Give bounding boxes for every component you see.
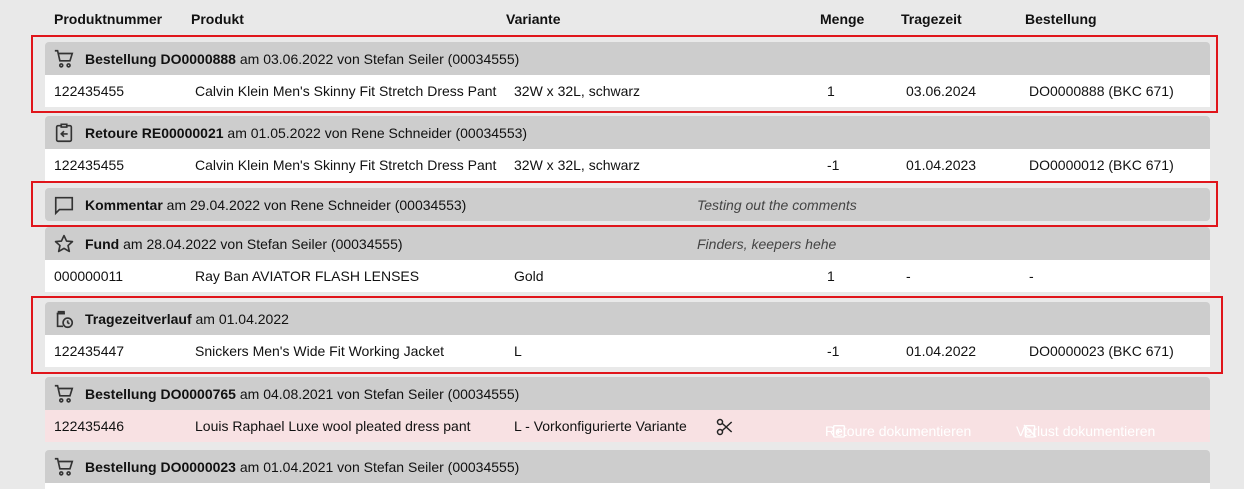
entry-title: Bestellung DO0000765 am 04.08.2021 von S… xyxy=(85,386,520,402)
cell-bestellung: DO0000023 (BKC 671) xyxy=(1029,343,1174,359)
cell-menge: 1 xyxy=(827,83,835,99)
entry-note: Finders, keepers hehe xyxy=(697,236,837,252)
col-menge: Menge xyxy=(820,11,865,27)
cell-tragezeit: 01.04.2022 xyxy=(906,343,977,359)
cell-nummer: 000000011 xyxy=(54,268,124,284)
col-variante: Variante xyxy=(506,11,561,27)
cell-produkt: Calvin Klein Men's Skinny Fit Stretch Dr… xyxy=(195,157,497,173)
cell-nummer: 122435455 xyxy=(54,83,125,99)
col-produkt: Produkt xyxy=(191,11,244,27)
cell-variante: 32W x 32L, schwarz xyxy=(514,157,641,173)
col-produktnummer: Produktnummer xyxy=(54,11,163,27)
cell-variante: L xyxy=(514,343,522,359)
cell-variante: L - Vorkonfigurierte Variante xyxy=(514,418,687,434)
entry-header[interactable]: Tragezeitverlauf am 01.04.2022 xyxy=(45,302,1210,335)
comment-icon xyxy=(53,194,75,216)
cell-bestellung: DO0000888 (BKC 671) xyxy=(1029,83,1174,99)
table-row[interactable]: 122435447 Snickers Men's Wide Fit Workin… xyxy=(45,335,1210,367)
cell-menge: -1 xyxy=(827,343,840,359)
star-icon xyxy=(53,233,75,255)
cell-bestellung: DO0000012 (BKC 671) xyxy=(1029,157,1174,173)
entry-header[interactable]: Kommentar am 29.04.2022 von Rene Schneid… xyxy=(45,188,1210,221)
cell-nummer: 122435455 xyxy=(54,157,125,173)
cell-bestellung: - xyxy=(1029,268,1034,284)
cell-produkt: Calvin Klein Men's Skinny Fit Stretch Dr… xyxy=(195,83,497,99)
cell-menge: -1 xyxy=(827,157,840,173)
entry-header[interactable]: Fund am 28.04.2022 von Stefan Seiler (00… xyxy=(45,227,1210,260)
cell-tragezeit: 03.06.2024 xyxy=(906,83,977,99)
entry-title: Bestellung DO0000888 am 03.06.2022 von S… xyxy=(85,51,520,67)
table-row[interactable]: 122435455 Calvin Klein Men's Skinny Fit … xyxy=(45,149,1210,181)
entry-header[interactable]: Bestellung DO0000023 am 01.04.2021 von S… xyxy=(45,450,1210,483)
cell-produkt: Louis Raphael Luxe wool pleated dress pa… xyxy=(195,418,471,434)
cell-tragezeit: 01.04.2023 xyxy=(906,157,977,173)
table-row[interactable]: 122435455 Calvin Klein Men's Skinny Fit … xyxy=(45,75,1210,107)
entry-title: Kommentar am 29.04.2022 von Rene Schneid… xyxy=(85,197,467,213)
cell-variante: 32W x 32L, schwarz xyxy=(514,83,641,99)
cart-icon xyxy=(53,383,75,405)
table-row[interactable]: 000000011 Ray Ban AVIATOR FLASH LENSES G… xyxy=(45,260,1210,292)
cart-icon xyxy=(53,456,75,478)
entry-title: Bestellung DO0000023 am 01.04.2021 von S… xyxy=(85,459,520,475)
entry-title: Tragezeitverlauf am 01.04.2022 xyxy=(85,311,289,327)
entry-header[interactable]: Bestellung DO0000888 am 03.06.2022 von S… xyxy=(45,42,1210,75)
cart-icon xyxy=(53,48,75,70)
table-row[interactable]: 122435446 Louis Raphael Luxe wool pleate… xyxy=(45,410,1210,442)
entry-note: Testing out the comments xyxy=(697,197,857,213)
col-bestellung: Bestellung xyxy=(1025,11,1097,27)
cell-produkt: Snickers Men's Wide Fit Working Jacket xyxy=(195,343,445,359)
entry-header[interactable]: Bestellung DO0000765 am 04.08.2021 von S… xyxy=(45,377,1210,410)
cell-produkt: Ray Ban AVIATOR FLASH LENSES xyxy=(195,268,420,284)
scissors-icon[interactable] xyxy=(715,417,735,437)
entry-header[interactable]: Retoure RE00000021 am 01.05.2022 von Ren… xyxy=(45,116,1210,149)
table-row[interactable] xyxy=(45,483,1210,489)
col-tragezeit: Tragezeit xyxy=(901,11,962,27)
history-icon xyxy=(53,308,75,330)
cell-nummer: 122435446 xyxy=(54,418,125,434)
cell-nummer: 122435447 xyxy=(54,343,125,359)
entry-title: Retoure RE00000021 am 01.05.2022 von Ren… xyxy=(85,125,528,141)
return-icon xyxy=(53,122,75,144)
entry-title: Fund am 28.04.2022 von Stefan Seiler (00… xyxy=(85,236,403,252)
cell-menge: 1 xyxy=(827,268,835,284)
cell-variante: Gold xyxy=(514,268,544,284)
cell-tragezeit: - xyxy=(906,268,911,284)
